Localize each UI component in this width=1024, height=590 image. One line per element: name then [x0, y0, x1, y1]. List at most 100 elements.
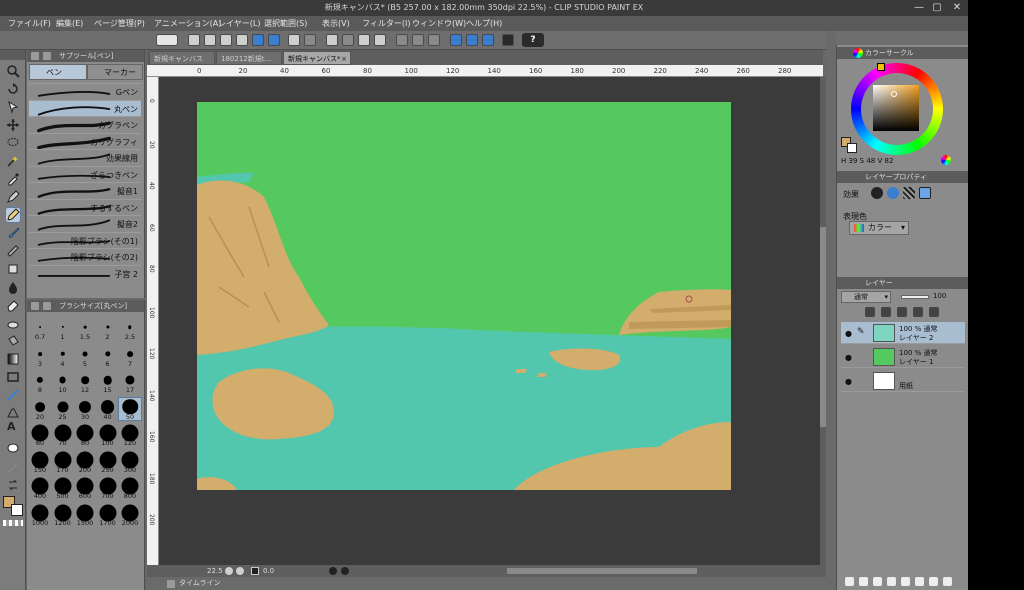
- move-layer-icon[interactable]: [6, 118, 20, 132]
- rotation-value[interactable]: 0.0: [263, 565, 274, 577]
- new-raster-layer-icon[interactable]: [845, 577, 854, 586]
- brush-size-item[interactable]: 80: [74, 424, 96, 447]
- frame-tool-icon[interactable]: [6, 388, 20, 402]
- brush-size-item[interactable]: 170: [52, 451, 74, 474]
- maximize-button[interactable]: ▢: [930, 2, 944, 14]
- text-tool-icon[interactable]: A: [7, 420, 16, 433]
- brush-size-item[interactable]: 4: [52, 345, 74, 368]
- brush-size-item[interactable]: 25: [52, 398, 74, 421]
- delete-layer-icon[interactable]: [943, 577, 952, 586]
- brush-size-item[interactable]: 300: [119, 451, 141, 474]
- brush-item[interactable]: 効果線用: [29, 149, 141, 165]
- menu-window[interactable]: ウィンドウ(W): [412, 16, 466, 31]
- transfer-down-icon[interactable]: [887, 577, 896, 586]
- brush-size-item[interactable]: 250: [97, 451, 119, 474]
- brush-item[interactable]: 擬音1: [29, 182, 141, 198]
- color-wheel-tab-icon[interactable]: [853, 48, 863, 58]
- brush-size-item[interactable]: 120: [119, 424, 141, 447]
- horizontal-ruler[interactable]: 0 20 40 60 80 100 120 140 160 180 200 220 240 260 280: [147, 65, 823, 77]
- brush-size-item[interactable]: 700: [97, 477, 119, 500]
- expression-color-select[interactable]: カラー ▾: [849, 221, 909, 235]
- transform-icon[interactable]: [374, 34, 386, 46]
- brush-size-item[interactable]: 1500: [74, 504, 96, 527]
- canvas-drawing[interactable]: [159, 77, 823, 565]
- brush-size-item[interactable]: 6: [97, 345, 119, 368]
- fit-window-icon[interactable]: [251, 567, 259, 575]
- merge-down-icon[interactable]: [901, 577, 910, 586]
- layer-row[interactable]: ● 用紙: [841, 370, 965, 392]
- opacity-slider[interactable]: [901, 295, 929, 299]
- export-icon[interactable]: [236, 34, 248, 46]
- tab-marker[interactable]: マーカー: [87, 64, 143, 80]
- balloon-tool-icon[interactable]: [6, 442, 20, 456]
- eye-icon[interactable]: ●: [845, 377, 852, 386]
- brush-size-item[interactable]: 1200: [52, 504, 74, 527]
- brush-size-item[interactable]: 2.5: [119, 318, 141, 341]
- fill-icon[interactable]: [358, 34, 370, 46]
- brush-size-item[interactable]: 30: [74, 398, 96, 421]
- snap-grid-icon[interactable]: [466, 34, 478, 46]
- undo-icon[interactable]: [288, 34, 300, 46]
- auto-select-icon[interactable]: [6, 154, 20, 168]
- print-icon[interactable]: [252, 34, 264, 46]
- clip-studio-icon[interactable]: [156, 34, 178, 46]
- brush-size-item[interactable]: 10: [52, 371, 74, 394]
- panel-menu-icon[interactable]: [31, 52, 39, 60]
- snap-perspective-icon[interactable]: [482, 34, 494, 46]
- brush-size-item[interactable]: 2000: [119, 504, 141, 527]
- save-icon[interactable]: [220, 34, 232, 46]
- canvas-tab-2[interactable]: 180212新規t...: [216, 51, 282, 65]
- menu-animation[interactable]: アニメーション(A): [154, 16, 221, 31]
- layer-row[interactable]: ● 100 % 通常 レイヤー 1: [841, 346, 965, 368]
- brush-size-item[interactable]: 7: [119, 345, 141, 368]
- zoom-in-icon[interactable]: [236, 567, 244, 575]
- new-file-icon[interactable]: [188, 34, 200, 46]
- menu-page[interactable]: ページ管理(P): [94, 16, 145, 31]
- rotate-tool-icon[interactable]: [6, 82, 20, 96]
- menu-layer[interactable]: レイヤー(L): [218, 16, 260, 31]
- bucket-tool-icon[interactable]: [6, 334, 20, 348]
- eraser-icon[interactable]: [6, 298, 20, 312]
- new-folder-icon[interactable]: [873, 577, 882, 586]
- ruler-tool-icon[interactable]: [6, 406, 20, 420]
- mask-icon[interactable]: [915, 577, 924, 586]
- brush-size-item[interactable]: 2: [97, 318, 119, 341]
- menu-help[interactable]: ヘルプ(H): [466, 16, 502, 31]
- color-swap-icon[interactable]: [6, 478, 20, 492]
- brush-item[interactable]: 陰影ブラシ(その1): [29, 231, 141, 248]
- border-effect-icon[interactable]: [871, 187, 883, 199]
- brush-size-item[interactable]: 100: [97, 424, 119, 447]
- blend-tool-icon[interactable]: [6, 280, 20, 294]
- brush-size-item[interactable]: 800: [119, 477, 141, 500]
- brush-item[interactable]: ざらつきペン: [29, 165, 141, 182]
- tone-icon[interactable]: [903, 187, 915, 199]
- brush-size-item[interactable]: 150: [29, 451, 51, 474]
- pen-tool-icon[interactable]: [6, 190, 20, 204]
- airbrush-icon[interactable]: [6, 244, 20, 258]
- menu-view[interactable]: 表示(V): [322, 16, 350, 31]
- reference-layer-icon[interactable]: [881, 307, 891, 317]
- new-vector-layer-icon[interactable]: [859, 577, 868, 586]
- brush-size-item[interactable]: 60: [29, 424, 51, 447]
- deselect-icon[interactable]: [396, 34, 408, 46]
- gradient-icon[interactable]: [6, 352, 20, 366]
- invert-selection-icon[interactable]: [412, 34, 424, 46]
- brush-size-item[interactable]: 1700: [97, 504, 119, 527]
- close-button[interactable]: ✕: [950, 2, 964, 14]
- canvas-tab-1[interactable]: 新規キャンバス: [149, 51, 215, 65]
- brush-size-item[interactable]: 50: [118, 396, 142, 421]
- canvas-tab-3[interactable]: 新規キャンバス* ×: [283, 51, 351, 65]
- brush-size-item[interactable]: 1000: [29, 504, 51, 527]
- panel-menu-icon[interactable]: [31, 302, 39, 310]
- layer-row[interactable]: ● ✎ 100 % 通常 レイヤー 2: [841, 322, 965, 344]
- eye-icon[interactable]: ●: [845, 329, 852, 338]
- help-button[interactable]: ?: [522, 33, 544, 47]
- crop-icon[interactable]: [428, 34, 440, 46]
- canvas-area[interactable]: [159, 77, 823, 565]
- clip-layer-icon[interactable]: [865, 307, 875, 317]
- menu-filter[interactable]: フィルター(I): [362, 16, 410, 31]
- brush-size-item[interactable]: 400: [29, 477, 51, 500]
- transparent-fill-icon[interactable]: [342, 34, 354, 46]
- learn-icon[interactable]: [502, 34, 514, 46]
- horizontal-scrollbar[interactable]: [507, 568, 697, 574]
